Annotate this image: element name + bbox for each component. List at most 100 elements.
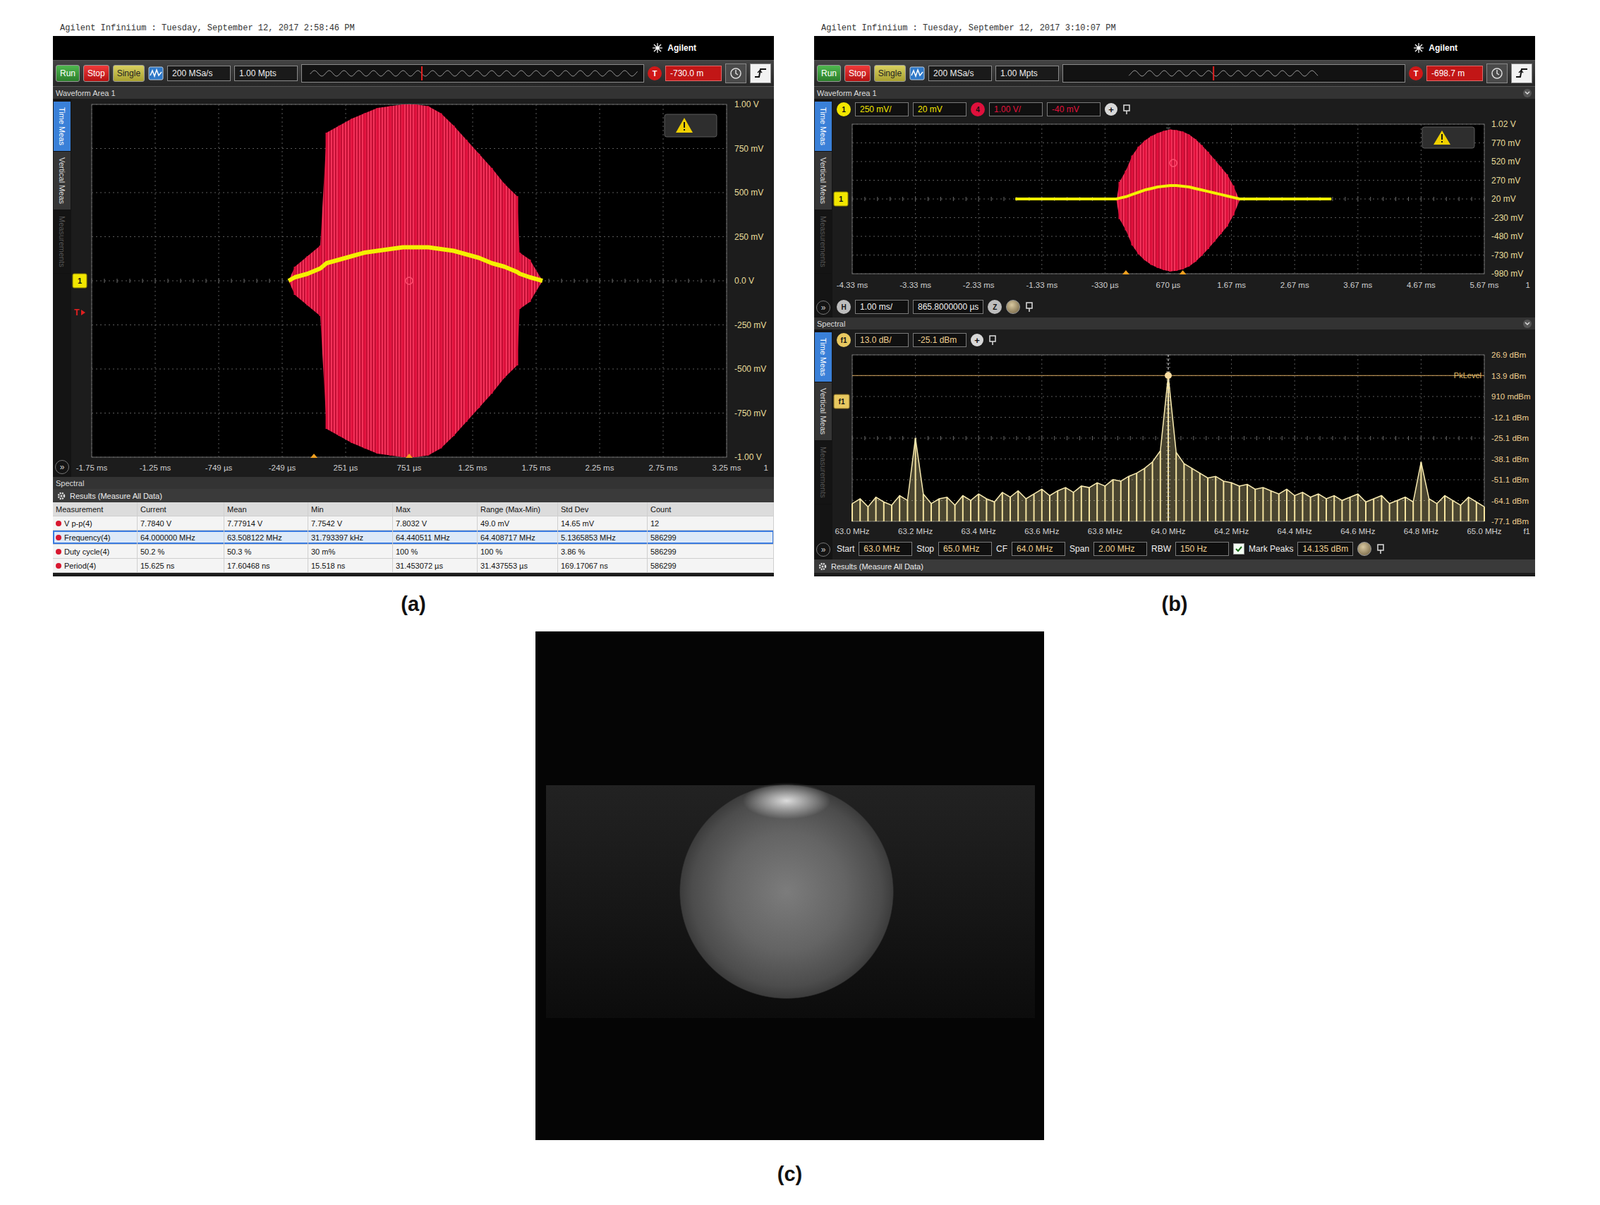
channel-badge[interactable]: 1 <box>836 102 851 117</box>
single-button[interactable]: Single <box>874 64 906 82</box>
side-tab[interactable]: Measurements <box>814 210 832 274</box>
sample-rate-field[interactable]: 200 MSa/s <box>167 65 231 82</box>
trigger-level-field[interactable]: -730.0 m <box>665 65 722 82</box>
time-scale-field[interactable]: 1.00 ms/ <box>855 299 909 314</box>
pin-icon[interactable] <box>1024 301 1035 313</box>
channel-scale-field[interactable]: 1.00 V/ <box>989 102 1043 117</box>
channel-tag[interactable] <box>833 191 848 206</box>
function-badge[interactable]: f1 <box>836 332 851 348</box>
x-tick-label: 63.2 MHz <box>898 526 933 536</box>
add-button[interactable]: + <box>1104 102 1118 116</box>
zoom-badge[interactable]: Z <box>987 299 1002 314</box>
control-field[interactable]: 2.00 MHz <box>1093 541 1148 556</box>
minor-tick <box>1446 196 1447 202</box>
table-row[interactable]: Period(4)15.625 ns17.60468 ns15.518 ns31… <box>52 558 774 573</box>
collapse-icon[interactable] <box>1522 88 1533 99</box>
gear-icon[interactable] <box>818 562 827 571</box>
screenshot-header: Agilent Infiniium : Tuesday, September 1… <box>52 20 774 36</box>
yellow-trace <box>288 247 543 282</box>
clock-icon <box>1489 66 1505 81</box>
expand-button[interactable]: » <box>816 542 831 557</box>
clock-button[interactable] <box>725 63 747 84</box>
collapse-icon[interactable] <box>1522 318 1533 329</box>
spectral-scale-field[interactable]: 13.0 dB/ <box>855 332 909 348</box>
preview-waveform <box>303 65 642 82</box>
minor-tick <box>1117 435 1119 441</box>
table-cell: 17.60468 ns <box>224 558 309 573</box>
stop-button[interactable]: Stop <box>83 64 110 82</box>
pin-icon[interactable] <box>1121 103 1132 115</box>
table-row[interactable]: Frequency(4)64.000000 MHz63.508122 MHz31… <box>52 530 774 545</box>
channel-badge[interactable]: 4 <box>970 102 985 117</box>
trigger-badge: T <box>647 66 662 81</box>
warning-box[interactable] <box>1422 126 1475 149</box>
channel-offset-field[interactable]: 20 mV <box>912 102 967 117</box>
sample-rate-field[interactable]: 200 MSa/s <box>928 65 992 82</box>
channel-dot-icon <box>55 562 62 569</box>
spectral-reference-field[interactable]: -25.1 dBm <box>912 332 967 348</box>
waveform-icon <box>148 66 164 81</box>
side-tab[interactable]: Vertical Meas <box>53 151 71 211</box>
run-button[interactable]: Run <box>816 64 841 82</box>
time-position-field[interactable]: 865.8000000 µs <box>912 299 984 314</box>
control-field[interactable]: 150 Hz <box>1175 541 1229 556</box>
minor-tick <box>902 435 903 441</box>
channel-scale-field[interactable]: 250 mV/ <box>855 102 909 117</box>
preview-marker <box>1212 66 1215 81</box>
expand-button[interactable]: » <box>55 459 70 475</box>
single-button[interactable]: Single <box>112 64 145 82</box>
x-tick-label: -1.75 ms <box>76 463 108 472</box>
pin-icon[interactable] <box>1375 543 1386 555</box>
function-tag[interactable] <box>833 394 850 409</box>
control-field[interactable]: 63.0 MHz <box>858 541 913 556</box>
peak-value-field[interactable]: 14.135 dBm <box>1297 541 1354 556</box>
clock-button[interactable] <box>1486 63 1508 84</box>
grid-line <box>1484 124 1486 274</box>
control-field[interactable]: 65.0 MHz <box>938 541 992 556</box>
side-tab[interactable]: Time Meas <box>814 101 832 152</box>
waveform-region: Time MeasVertical MeasMeasurements»1T1.0… <box>52 98 774 477</box>
spectrum-bin <box>1389 503 1391 522</box>
trigger-edge-button[interactable] <box>1511 63 1533 84</box>
expand-button[interactable]: » <box>816 300 831 315</box>
table-cell: 15.625 ns <box>137 558 225 573</box>
trigger-edge-button[interactable] <box>749 63 772 84</box>
table-cell: 586299 <box>647 530 774 544</box>
grid-line <box>599 104 601 458</box>
table-row[interactable]: V p-p(4)7.7840 V7.77914 V7.7542 V7.8032 … <box>52 516 774 531</box>
side-tab[interactable]: Measurements <box>814 440 832 505</box>
gear-icon[interactable] <box>57 491 66 501</box>
run-button[interactable]: Run <box>55 64 80 82</box>
knob-icon[interactable] <box>1005 299 1021 314</box>
figure-panel: (c) <box>535 631 1045 1205</box>
peak-marker[interactable] <box>1164 371 1172 379</box>
side-tab[interactable]: Time Meas <box>814 332 832 383</box>
mark-peaks-checkbox[interactable] <box>1233 543 1245 555</box>
knob-icon[interactable] <box>1357 541 1372 556</box>
pin-icon[interactable] <box>987 334 998 346</box>
warning-box[interactable] <box>664 114 717 137</box>
envelope-sample <box>518 252 521 309</box>
trigger-level-field[interactable]: -698.7 m <box>1426 65 1483 82</box>
autoscale-button[interactable] <box>148 66 164 81</box>
envelope-sample <box>427 106 430 456</box>
side-tab[interactable]: Time Meas <box>53 101 71 152</box>
spectrum-bin <box>994 502 996 522</box>
control-field[interactable]: 64.0 MHz <box>1011 541 1066 556</box>
trigger-marker[interactable]: T <box>74 307 86 318</box>
side-tab[interactable]: Measurements <box>53 210 71 274</box>
stop-button[interactable]: Stop <box>844 64 871 82</box>
memory-depth-field[interactable]: 1.00 Mpts <box>234 65 298 82</box>
side-tab[interactable]: Vertical Meas <box>814 151 832 211</box>
spectrum-bin <box>1317 493 1320 522</box>
add-button[interactable]: + <box>970 333 984 347</box>
minor-tick <box>1243 435 1245 441</box>
autoscale-button[interactable] <box>909 66 925 81</box>
table-row[interactable]: Duty cycle(4)50.2 %50.3 %30 m%100 %100 %… <box>52 544 774 559</box>
side-tab[interactable]: Vertical Meas <box>814 382 832 441</box>
memory-depth-field[interactable]: 1.00 Mpts <box>995 65 1059 82</box>
horizontal-badge[interactable]: H <box>836 299 851 314</box>
channel-offset-field[interactable]: -40 mV <box>1046 102 1101 117</box>
spectrum-bin <box>1056 491 1059 522</box>
channel-tag[interactable] <box>72 273 87 288</box>
